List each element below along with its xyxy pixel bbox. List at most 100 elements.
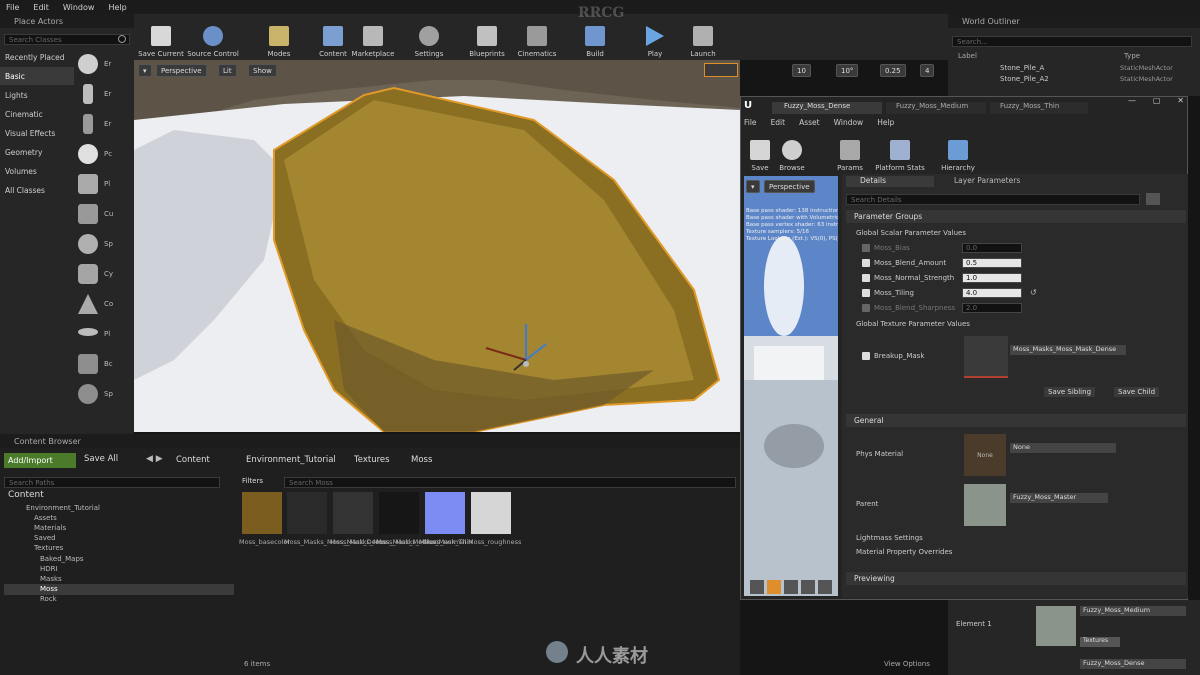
texture-dropdown[interactable]: Moss_Masks_Moss_Mask_Dense: [1010, 345, 1126, 355]
phys-material-thumbnail[interactable]: None: [964, 434, 1006, 476]
asset-thumbnail[interactable]: [242, 492, 282, 534]
tab-fuzzy-moss-medium[interactable]: Fuzzy_Moss_Medium: [886, 102, 986, 114]
actor-sphere-icon[interactable]: [78, 234, 98, 254]
actor-empty-icon[interactable]: [78, 54, 98, 74]
save-sibling-button[interactable]: Save Sibling: [1044, 387, 1096, 397]
outliner-row-label[interactable]: Stone_Pile_A2: [1000, 75, 1049, 83]
mi-platform-stats-button[interactable]: Platform Stats: [870, 132, 930, 172]
tree-baked-maps[interactable]: Baked_Maps: [40, 555, 84, 563]
level-viewport[interactable]: [134, 60, 740, 432]
save-all-button[interactable]: Save All: [84, 454, 118, 464]
save-current-button[interactable]: Save Current: [134, 18, 188, 58]
scale-snap-value[interactable]: 0.25: [880, 64, 906, 77]
category-volumes[interactable]: Volumes: [0, 162, 74, 180]
param-value-input[interactable]: 1.0: [962, 273, 1022, 283]
search-details-input[interactable]: Search Details: [846, 194, 1140, 205]
modes-button[interactable]: Modes: [252, 18, 306, 58]
launch-button[interactable]: Launch: [676, 18, 730, 58]
category-geometry[interactable]: Geometry: [0, 143, 74, 161]
mi-menu-help[interactable]: Help: [877, 118, 894, 127]
actor-point-light-icon[interactable]: [78, 144, 98, 164]
camera-speed-value[interactable]: 4: [920, 64, 935, 77]
transform-tools[interactable]: [704, 63, 738, 77]
grid-snap-value[interactable]: 10: [792, 64, 811, 77]
history-arrows-icon[interactable]: ◀ ▶: [146, 454, 163, 464]
element-thumbnail[interactable]: [1036, 606, 1076, 646]
category-lights[interactable]: Lights: [0, 86, 74, 104]
reset-arrow-icon[interactable]: ↺: [1030, 288, 1037, 297]
marketplace-button[interactable]: Marketplace: [346, 18, 400, 58]
tree-textures[interactable]: Textures: [34, 544, 63, 552]
element-material-dropdown[interactable]: Fuzzy_Moss_Medium: [1080, 606, 1186, 616]
save-child-button[interactable]: Save Child: [1114, 387, 1160, 397]
place-actors-tab[interactable]: Place Actors: [0, 14, 134, 28]
category-recently-placed[interactable]: Recently Placed: [0, 48, 74, 66]
previewing-header[interactable]: Previewing: [846, 572, 1186, 585]
tree-content[interactable]: Content: [8, 490, 44, 500]
checkbox[interactable]: [862, 352, 870, 360]
menu-window[interactable]: Window: [63, 3, 95, 12]
asset-thumbnail[interactable]: [425, 492, 465, 534]
actor-character-icon[interactable]: [83, 84, 93, 104]
rotation-snap-value[interactable]: 10°: [836, 64, 859, 77]
checkbox[interactable]: [862, 274, 870, 282]
mi-browse-button[interactable]: Browse: [772, 132, 812, 172]
asset-thumbnail[interactable]: [287, 492, 327, 534]
tree-masks[interactable]: Masks: [40, 575, 62, 583]
show-button[interactable]: Show: [248, 64, 277, 77]
layer-parameters-tab[interactable]: Layer Parameters: [954, 176, 1020, 185]
breadcrumb-moss[interactable]: Moss: [411, 455, 432, 465]
actor-sphere-trigger-icon[interactable]: [78, 384, 98, 404]
phys-material-dropdown[interactable]: None: [1010, 443, 1116, 453]
checkbox[interactable]: [862, 259, 870, 267]
perspective-button[interactable]: Perspective: [156, 64, 207, 77]
add-import-button[interactable]: Add/Import: [4, 453, 76, 468]
mi-hierarchy-button[interactable]: Hierarchy: [932, 132, 984, 172]
tab-fuzzy-moss-dense[interactable]: Fuzzy_Moss_Dense: [772, 102, 882, 114]
parent-thumbnail[interactable]: [964, 484, 1006, 526]
actor-cube-icon[interactable]: [78, 204, 98, 224]
sphere-preview-button[interactable]: [767, 580, 781, 594]
tree-assets[interactable]: Assets: [34, 514, 57, 522]
actor-plane-icon[interactable]: [78, 328, 98, 336]
blueprints-button[interactable]: Blueprints: [460, 18, 514, 58]
asset-thumbnail[interactable]: [333, 492, 373, 534]
outliner-row-label[interactable]: Stone_Pile_A: [1000, 64, 1044, 72]
actor-cylinder-icon[interactable]: [78, 264, 98, 284]
general-header[interactable]: General: [846, 414, 1186, 427]
settings-button[interactable]: Settings: [402, 18, 456, 58]
texture-group-header[interactable]: Global Texture Parameter Values: [856, 320, 970, 328]
tree-materials[interactable]: Materials: [34, 524, 66, 532]
search-assets-input[interactable]: Search Moss: [284, 477, 736, 488]
param-value-input[interactable]: 0.0: [962, 243, 1022, 253]
cube-preview-button[interactable]: [801, 580, 815, 594]
mi-params-button[interactable]: Params: [828, 132, 872, 172]
search-classes-input[interactable]: Search Classes: [4, 34, 130, 45]
source-control-button[interactable]: Source Control: [186, 18, 240, 58]
lit-button[interactable]: Lit: [218, 64, 237, 77]
texture-thumbnail[interactable]: [964, 336, 1008, 378]
plane-preview-button[interactable]: [784, 580, 798, 594]
category-all-classes[interactable]: All Classes: [0, 181, 74, 199]
play-button[interactable]: Play: [628, 18, 682, 58]
filters-button[interactable]: Filters: [242, 477, 282, 488]
actor-cone-icon[interactable]: [78, 294, 98, 314]
mi-menu-edit[interactable]: Edit: [771, 118, 786, 127]
search-paths-input[interactable]: Search Paths: [4, 477, 220, 488]
checkbox[interactable]: [862, 304, 870, 312]
checkbox[interactable]: [862, 244, 870, 252]
menu-edit[interactable]: Edit: [33, 3, 49, 12]
actor-player-start-icon[interactable]: [78, 174, 98, 194]
menu-help[interactable]: Help: [108, 3, 126, 12]
cylinder-preview-button[interactable]: [750, 580, 764, 594]
checkbox[interactable]: [862, 289, 870, 297]
cinematics-button[interactable]: Cinematics: [510, 18, 564, 58]
breadcrumb-textures[interactable]: Textures: [354, 455, 390, 465]
outliner-label-header[interactable]: Label: [958, 52, 977, 60]
breadcrumb-environment[interactable]: Environment_Tutorial: [246, 455, 336, 465]
actor-pawn-icon[interactable]: [83, 114, 93, 134]
scalar-group-header[interactable]: Global Scalar Parameter Values: [856, 229, 966, 237]
element-material-dropdown-2[interactable]: Fuzzy_Moss_Dense: [1080, 659, 1186, 669]
close-icon[interactable]: ✕: [1177, 96, 1184, 108]
preview-perspective-button[interactable]: Perspective: [764, 180, 815, 193]
